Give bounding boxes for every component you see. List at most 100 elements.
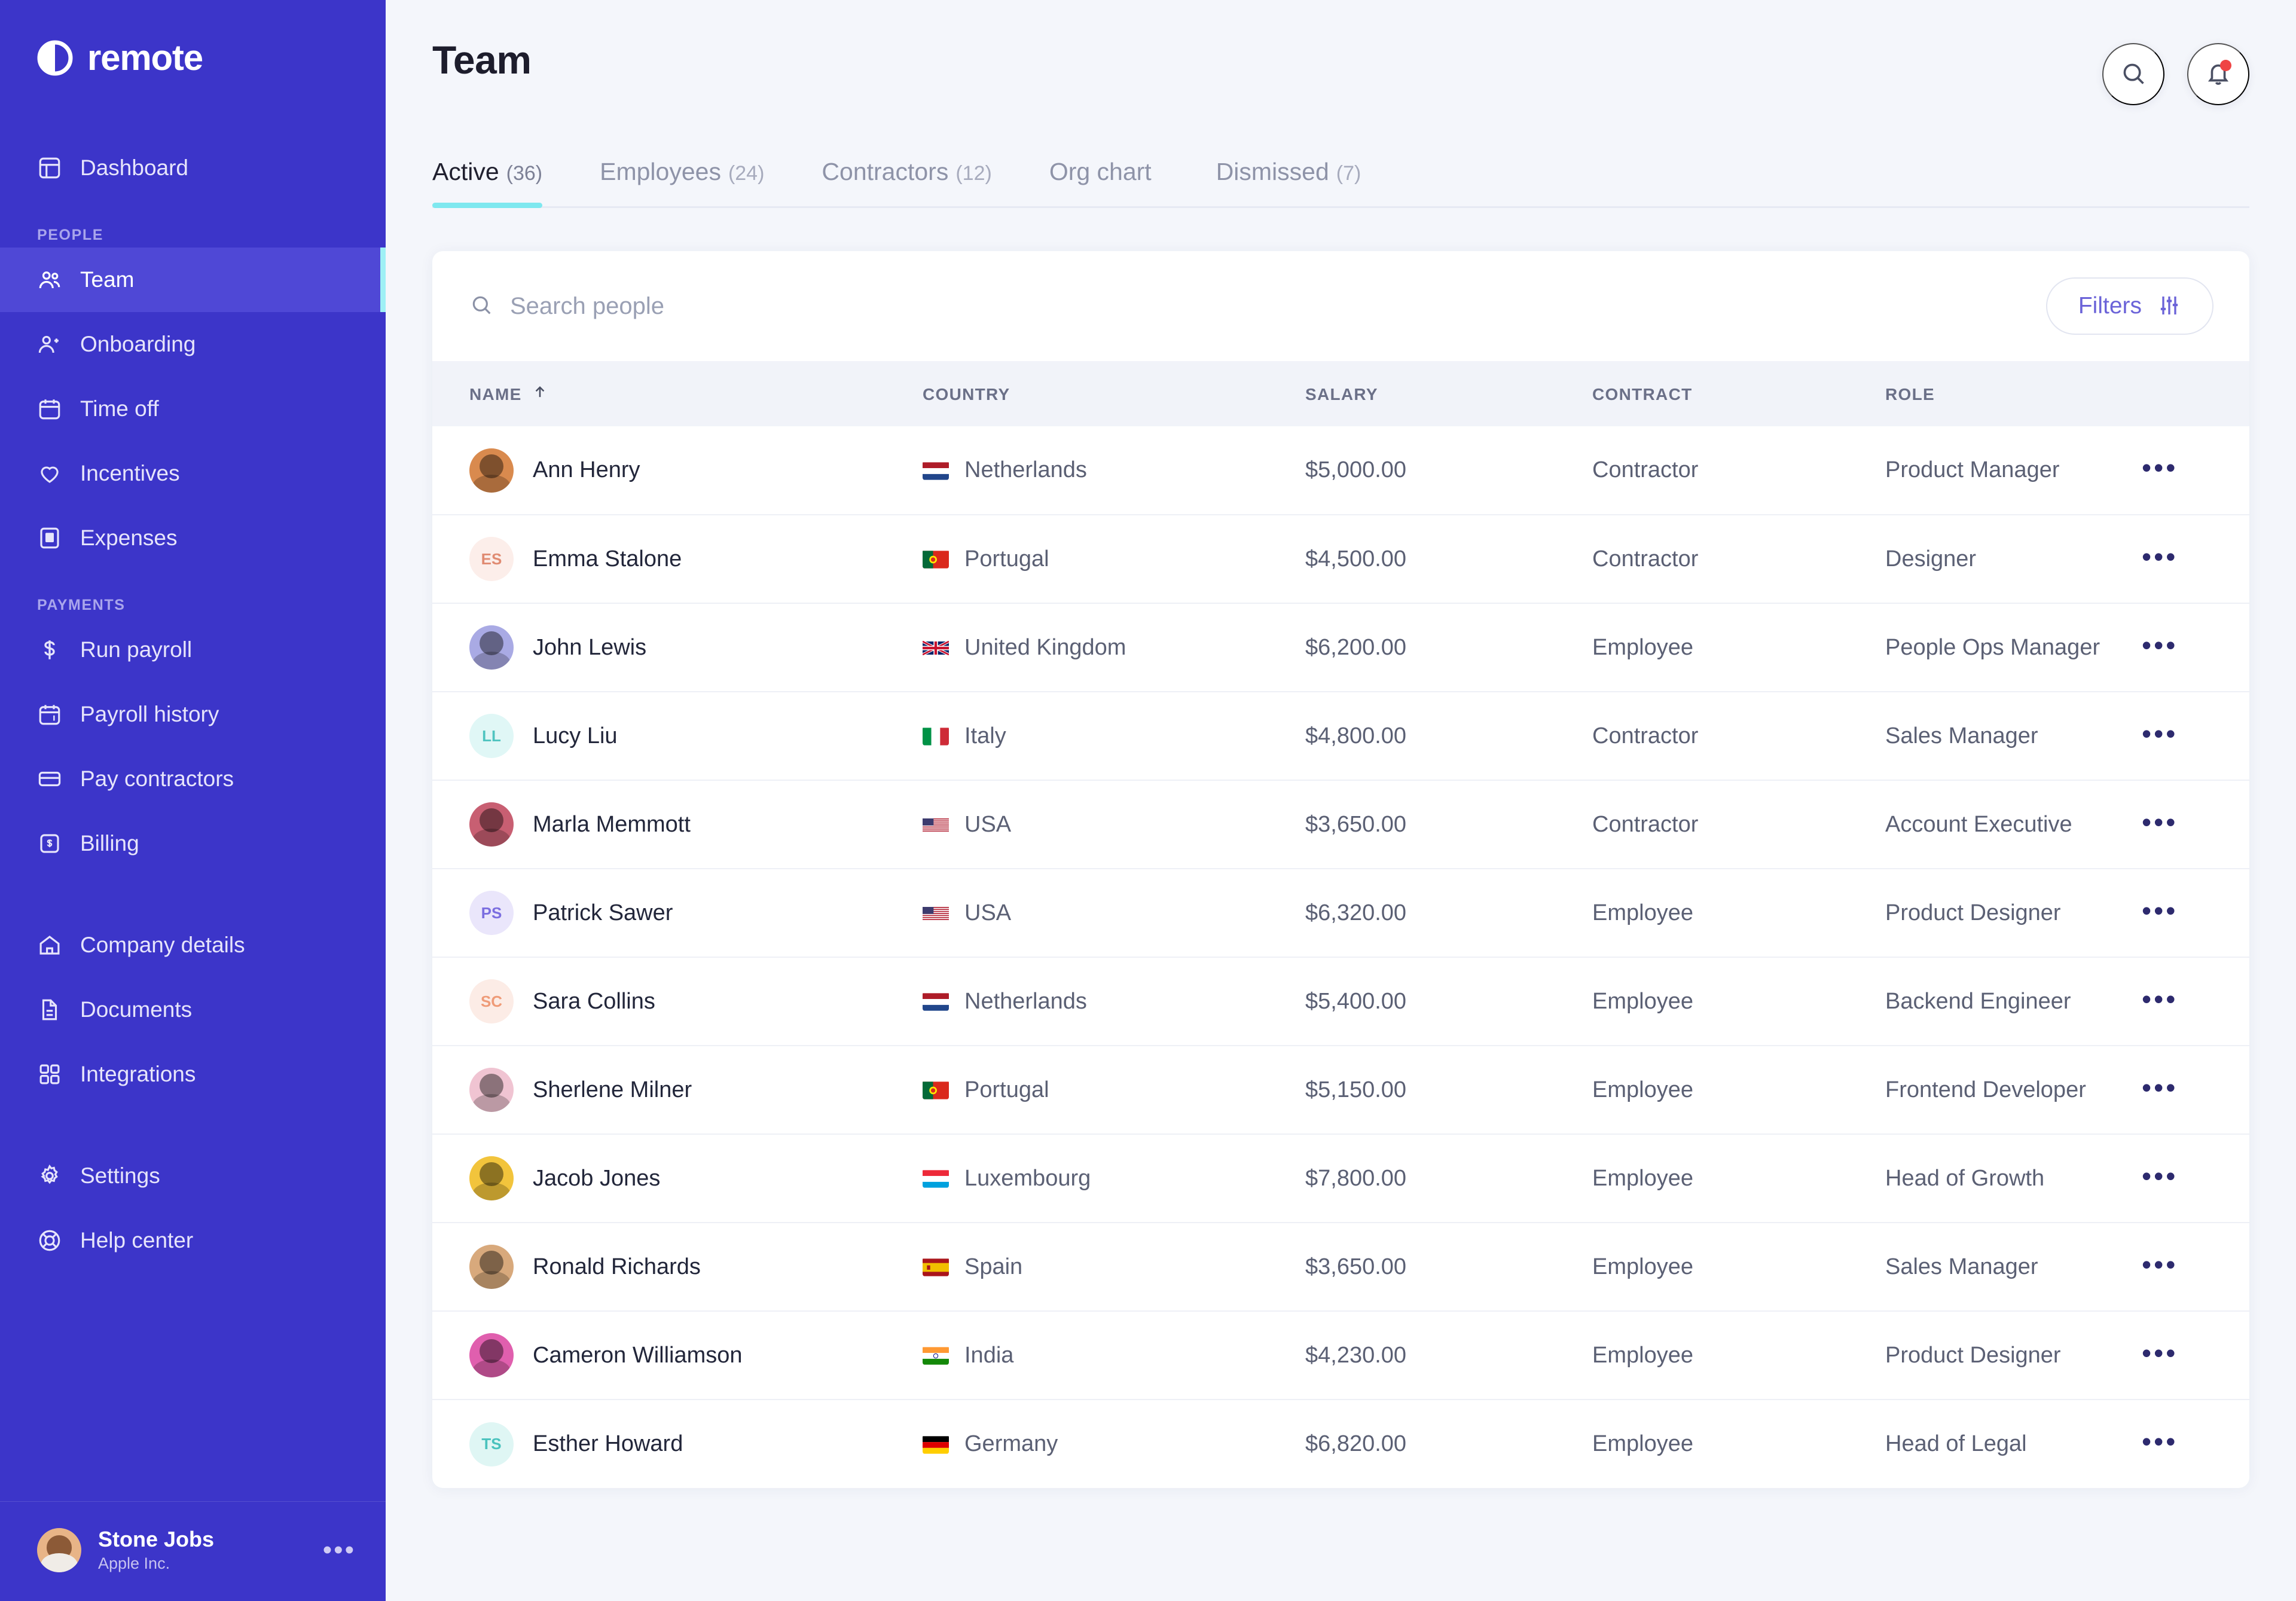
- table-row[interactable]: Ann Henry Netherlands $5,000.00 Contract…: [432, 426, 2249, 515]
- column-header-role[interactable]: ROLE: [1885, 361, 2142, 426]
- country-label: USA: [964, 811, 1012, 837]
- sidebar-item-company-details[interactable]: Company details: [0, 913, 386, 977]
- person-name: Marla Memmott: [533, 811, 691, 837]
- top-actions: [2102, 37, 2249, 105]
- table-row[interactable]: Marla Memmott USA $3,650.00 Contractor A…: [432, 780, 2249, 869]
- cell-salary: $4,800.00: [1305, 723, 1407, 748]
- sidebar-item-dashboard[interactable]: Dashboard: [0, 136, 386, 200]
- cell-contract: Contractor: [1592, 457, 1699, 482]
- cell-contract: Employee: [1592, 988, 1693, 1014]
- sidebar-item-help-center[interactable]: Help center: [0, 1208, 386, 1273]
- table-row[interactable]: Sherlene Milner Portugal $5,150.00 Emplo…: [432, 1046, 2249, 1134]
- people-icon: [37, 267, 62, 292]
- table-row[interactable]: SC Sara Collins Netherlands $5,400.00 Em…: [432, 957, 2249, 1046]
- table-row[interactable]: LL Lucy Liu Italy $4,800.00 Contractor S…: [432, 692, 2249, 780]
- avatar: [469, 1068, 514, 1112]
- tab-count: (12): [955, 162, 992, 185]
- sidebar-item-payroll-history[interactable]: Payroll history: [0, 682, 386, 747]
- row-menu-icon[interactable]: •••: [2142, 1426, 2202, 1457]
- country-label: Germany: [964, 1431, 1058, 1456]
- cell-name: John Lewis: [432, 603, 923, 692]
- sidebar-item-incentives[interactable]: Incentives: [0, 441, 386, 506]
- tab-label: Dismissed: [1216, 158, 1329, 185]
- avatar: [469, 1156, 514, 1200]
- table-row[interactable]: ES Emma Stalone Portugal $4,500.00 Contr…: [432, 515, 2249, 603]
- filters-button[interactable]: Filters: [2045, 277, 2213, 335]
- cell-role: Account Executive: [1885, 811, 2072, 837]
- sidebar-item-label: Help center: [80, 1228, 194, 1252]
- sidebar-item-pay-contractors[interactable]: Pay contractors: [0, 747, 386, 811]
- cell-contract: Employee: [1592, 900, 1693, 925]
- row-menu-icon[interactable]: •••: [2142, 1249, 2202, 1280]
- global-search-button[interactable]: [2102, 43, 2164, 105]
- table-head: NAME COUNTRY SALARY CONTRACT ROLE: [432, 361, 2249, 426]
- sidebar-item-team[interactable]: Team: [0, 248, 386, 312]
- cell-actions: •••: [2142, 957, 2249, 1046]
- avatar: [469, 448, 514, 493]
- row-menu-icon[interactable]: •••: [2142, 452, 2202, 483]
- row-menu-icon[interactable]: •••: [2142, 718, 2202, 749]
- cell-actions: •••: [2142, 869, 2249, 957]
- column-header-country[interactable]: COUNTRY: [923, 361, 1305, 426]
- cell-name: Ann Henry: [432, 426, 923, 515]
- sidebar-item-expenses[interactable]: Expenses: [0, 506, 386, 570]
- brand-logo[interactable]: remote: [0, 0, 386, 78]
- avatar-initials: ES: [481, 549, 502, 568]
- row-menu-icon[interactable]: •••: [2142, 895, 2202, 926]
- avatar: PS: [469, 891, 514, 935]
- avatar-initials: TS: [481, 1435, 502, 1453]
- sidebar-item-onboarding[interactable]: Onboarding: [0, 312, 386, 377]
- sidebar-item-integrations[interactable]: Integrations: [0, 1042, 386, 1107]
- cell-country: USA: [923, 780, 1305, 869]
- flag-icon: [923, 549, 949, 569]
- table-row[interactable]: PS Patrick Sawer USA $6,320.00 Employee …: [432, 869, 2249, 957]
- flag-icon: [923, 638, 949, 657]
- cell-actions: •••: [2142, 515, 2249, 603]
- sidebar-item-label: Company details: [80, 933, 245, 957]
- row-menu-icon[interactable]: •••: [2142, 541, 2202, 572]
- user-profile[interactable]: Stone Jobs Apple Inc. •••: [0, 1501, 386, 1601]
- column-header-contract[interactable]: CONTRACT: [1592, 361, 1885, 426]
- cell-actions: •••: [2142, 780, 2249, 869]
- cell-name: TS Esther Howard: [432, 1400, 923, 1488]
- table-row[interactable]: Jacob Jones Luxembourg $7,800.00 Employe…: [432, 1134, 2249, 1223]
- tab-dismissed[interactable]: Dismissed (7): [1216, 158, 1361, 206]
- sidebar-item-billing[interactable]: Billing: [0, 811, 386, 876]
- row-menu-icon[interactable]: •••: [2142, 630, 2202, 661]
- row-menu-icon[interactable]: •••: [2142, 1160, 2202, 1191]
- sidebar-item-run-payroll[interactable]: Run payroll: [0, 618, 386, 682]
- sidebar-item-documents[interactable]: Documents: [0, 977, 386, 1042]
- row-menu-icon[interactable]: •••: [2142, 806, 2202, 838]
- cell-salary: $7,800.00: [1305, 1165, 1407, 1191]
- table-row[interactable]: TS Esther Howard Germany $6,820.00 Emplo…: [432, 1400, 2249, 1488]
- country-label: USA: [964, 900, 1012, 925]
- page-title: Team: [432, 38, 532, 82]
- calendar-dollar-icon: [37, 702, 62, 727]
- row-menu-icon[interactable]: •••: [2142, 1072, 2202, 1103]
- table-row[interactable]: John Lewis United Kingdom $6,200.00 Empl…: [432, 603, 2249, 692]
- tab-active[interactable]: Active (36): [432, 158, 543, 208]
- tab-contractors[interactable]: Contractors (12): [822, 158, 991, 206]
- sidebar-item-label: Pay contractors: [80, 766, 234, 791]
- cell-country: Portugal: [923, 515, 1305, 603]
- row-menu-icon[interactable]: •••: [2142, 983, 2202, 1015]
- row-menu-icon[interactable]: •••: [2142, 1337, 2202, 1368]
- table-row[interactable]: Cameron Williamson India $4,230.00 Emplo…: [432, 1311, 2249, 1400]
- search-input[interactable]: [510, 292, 929, 320]
- cell-country: Portugal: [923, 1046, 1305, 1134]
- table-row[interactable]: Ronald Richards Spain $3,650.00 Employee…: [432, 1223, 2249, 1311]
- notifications-button[interactable]: [2187, 43, 2249, 105]
- user-menu-icon[interactable]: •••: [323, 1537, 356, 1563]
- cell-name: PS Patrick Sawer: [432, 869, 923, 957]
- tab-employees[interactable]: Employees (24): [600, 158, 764, 206]
- person-name: Emma Stalone: [533, 546, 682, 572]
- notification-badge: [2220, 60, 2231, 71]
- sidebar-item-time-off[interactable]: Time off: [0, 377, 386, 441]
- tab-org-chart[interactable]: Org chart: [1049, 158, 1159, 206]
- search-icon: [469, 293, 493, 320]
- column-header-salary[interactable]: SALARY: [1305, 361, 1592, 426]
- sidebar-item-settings[interactable]: Settings: [0, 1144, 386, 1208]
- cell-role: Product Manager: [1885, 457, 2060, 482]
- column-header-name[interactable]: NAME: [432, 361, 923, 426]
- person-name: Patrick Sawer: [533, 900, 673, 925]
